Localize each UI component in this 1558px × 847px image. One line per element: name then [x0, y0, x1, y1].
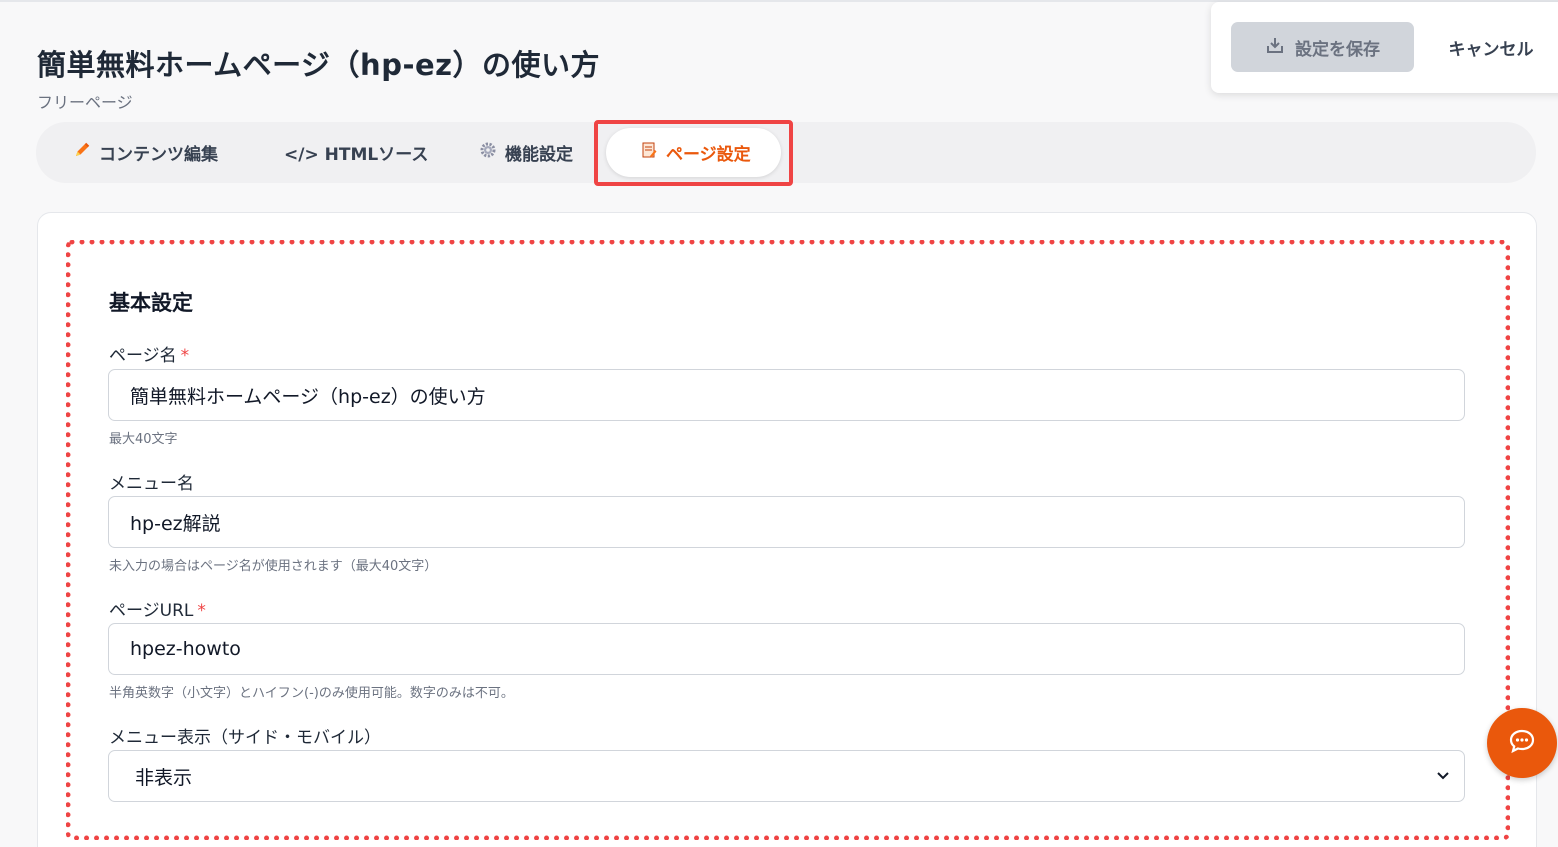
tab-content-edit[interactable]: コンテンツ編集 [73, 122, 218, 183]
menu-name-help: 未入力の場合はページ名が使用されます（最大40文字） [109, 559, 438, 574]
tab-feature-settings[interactable]: 機能設定 [479, 122, 573, 183]
page-name-label-text: ページ名 [109, 346, 177, 366]
gear-icon [479, 141, 497, 164]
save-button[interactable]: 設定を保存 [1231, 22, 1414, 72]
menu-name-input[interactable]: hp-ez解説 [108, 496, 1465, 548]
tab-bar: コンテンツ編集 </> HTMLソース 機能設定 ページ設定 [36, 122, 1536, 183]
pencil-icon [73, 141, 91, 164]
menu-name-label: メニュー名 [109, 474, 194, 494]
save-icon [1265, 35, 1285, 60]
page-subtitle: フリーページ [37, 93, 133, 112]
menu-display-value: 非表示 [135, 766, 193, 789]
page-name-input[interactable]: 簡単無料ホームページ（hp-ez）の使い方 [108, 369, 1465, 421]
chevron-down-icon [1436, 765, 1450, 787]
save-button-label: 設定を保存 [1295, 39, 1380, 60]
tab-html-source[interactable]: </> HTMLソース [284, 122, 428, 183]
page-url-help: 半角英数字（小文字）とハイフン(-)のみ使用可能。数字のみは不可。 [109, 686, 514, 701]
tab-label: コンテンツ編集 [99, 145, 218, 165]
page-url-label-text: ページURL [109, 601, 194, 621]
chat-button[interactable] [1487, 708, 1557, 778]
section-title: 基本設定 [109, 291, 193, 315]
page-url-label: ページURL * [109, 596, 206, 621]
tab-label: ページ設定 [666, 145, 751, 165]
tab-page-settings[interactable]: ページ設定 [640, 122, 751, 183]
page-title: 簡単無料ホームページ（hp-ez）の使い方 [37, 48, 601, 82]
page-name-help: 最大40文字 [109, 432, 178, 447]
required-mark: * [197, 601, 206, 621]
tab-label: 機能設定 [505, 145, 573, 165]
menu-display-label: メニュー表示（サイド・モバイル） [109, 728, 381, 748]
page: 簡単無料ホームページ（hp-ez）の使い方 フリーページ 設定を保存 キャンセル [0, 0, 1558, 847]
page-icon [640, 141, 658, 164]
cancel-button[interactable]: キャンセル [1436, 22, 1546, 72]
menu-display-select[interactable]: 非表示 [108, 750, 1465, 802]
page-url-input[interactable]: hpez-howto [108, 623, 1465, 675]
page-name-label: ページ名 * [109, 341, 189, 366]
tab-label: </> HTMLソース [284, 145, 429, 165]
required-mark: * [180, 346, 190, 366]
chat-icon [1508, 727, 1536, 759]
action-panel: 設定を保存 キャンセル [1211, 2, 1558, 93]
